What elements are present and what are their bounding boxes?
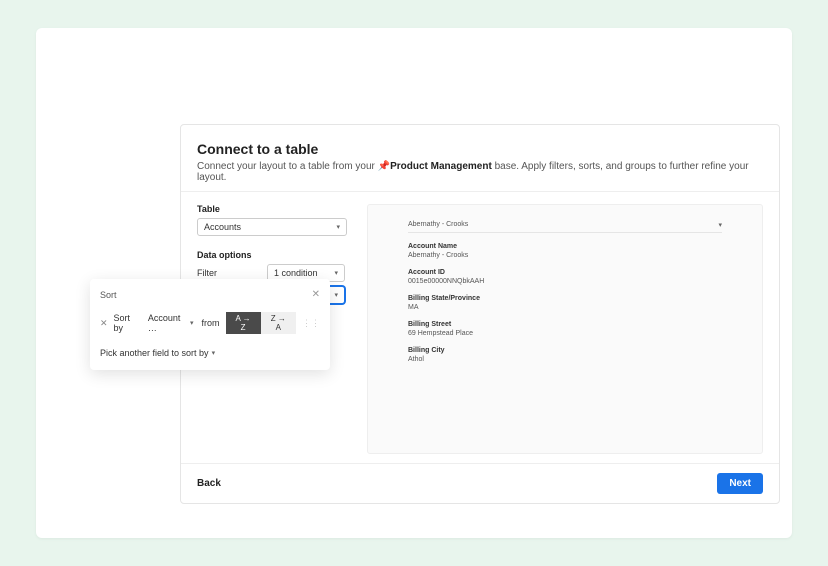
- field-block: Billing State/Province MA: [408, 295, 722, 311]
- from-label: from: [202, 318, 220, 328]
- field-value: MA: [408, 304, 722, 311]
- chevron-down-icon: ▾: [718, 221, 722, 229]
- sort-desc-button[interactable]: Z → A: [261, 312, 296, 334]
- field-label: Account Name: [408, 243, 722, 250]
- chevron-down-icon: ▾: [212, 349, 216, 357]
- table-section-label: Table: [197, 204, 347, 214]
- panel-footer: Back Next: [181, 463, 779, 503]
- close-icon[interactable]: ✕: [312, 289, 320, 300]
- field-value: Abernathy - Crooks: [408, 252, 722, 259]
- table-select[interactable]: Accounts ▾: [197, 218, 347, 236]
- panel-header: Connect to a table Connect your layout t…: [181, 125, 779, 191]
- popover-header: Sort ✕: [100, 289, 320, 300]
- subtitle-pre: Connect your layout to a table from your: [197, 161, 378, 172]
- sortby-label: Sort by: [114, 313, 140, 333]
- preview-select-value: Abernathy - Crooks: [408, 221, 468, 228]
- field-label: Billing Street: [408, 321, 722, 328]
- sort-field-select[interactable]: Account … ▾: [146, 312, 196, 334]
- preview-record-select[interactable]: Abernathy - Crooks ▾: [408, 219, 722, 233]
- record-preview: Abernathy - Crooks ▾ Account Name Aberna…: [367, 204, 763, 454]
- popover-title: Sort: [100, 290, 117, 300]
- panel-title: Connect to a table: [197, 141, 763, 157]
- sort-field-value: Account …: [148, 313, 188, 333]
- back-button[interactable]: Back: [197, 478, 221, 489]
- outer-card: Connect to a table Connect your layout t…: [36, 28, 792, 538]
- add-sort-button[interactable]: Pick another field to sort by ▾: [100, 348, 320, 358]
- panel-subtitle: Connect your layout to a table from your…: [197, 161, 763, 183]
- field-label: Billing State/Province: [408, 295, 722, 302]
- next-button[interactable]: Next: [717, 473, 763, 494]
- field-label: Account ID: [408, 269, 722, 276]
- pin-icon: 📌: [378, 161, 390, 172]
- sort-direction-group: A → Z Z → A: [226, 312, 296, 334]
- remove-sort-icon[interactable]: ✕: [100, 318, 108, 329]
- field-block: Billing City Athol: [408, 347, 722, 363]
- sort-popover: Sort ✕ ✕ Sort by Account … ▾ from A → Z …: [90, 279, 330, 370]
- filter-value: 1 condition: [274, 268, 318, 278]
- field-value: 0015e00000NNQbkAAH: [408, 278, 722, 285]
- chevron-down-icon: ▾: [334, 291, 338, 299]
- chevron-down-icon: ▾: [334, 269, 338, 277]
- filter-label: Filter: [197, 268, 257, 278]
- sort-asc-button[interactable]: A → Z: [226, 312, 261, 334]
- chevron-down-icon: ▾: [190, 319, 194, 327]
- field-value: Athol: [408, 356, 722, 363]
- field-value: 69 Hempstead Place: [408, 330, 722, 337]
- field-block: Account ID 0015e00000NNQbkAAH: [408, 269, 722, 285]
- chevron-down-icon: ▾: [336, 223, 340, 231]
- add-sort-label: Pick another field to sort by: [100, 348, 209, 358]
- field-block: Account Name Abernathy - Crooks: [408, 243, 722, 259]
- drag-handle-icon[interactable]: ⋮⋮: [302, 318, 320, 329]
- field-block: Billing Street 69 Hempstead Place: [408, 321, 722, 337]
- table-select-value: Accounts: [204, 222, 241, 232]
- sort-condition-row: ✕ Sort by Account … ▾ from A → Z Z → A ⋮…: [100, 312, 320, 334]
- data-options-label: Data options: [197, 250, 347, 260]
- field-label: Billing City: [408, 347, 722, 354]
- base-name: Product Management: [390, 161, 492, 172]
